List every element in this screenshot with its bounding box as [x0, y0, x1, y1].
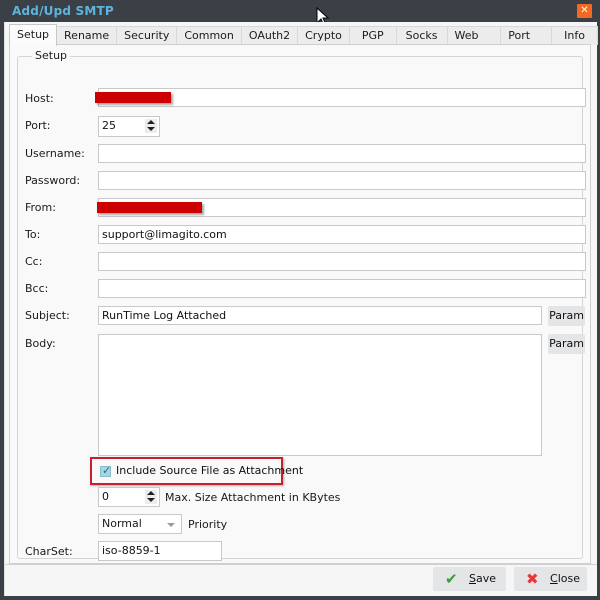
tab-port-knock[interactable]: Port Knock [500, 26, 553, 60]
username-input[interactable] [98, 144, 586, 163]
to-value: support@limagito.com [102, 228, 227, 241]
setup-panel: Setup Host: Port: 25 Username: Password:… [9, 44, 591, 564]
charset-value: iso-8859-1 [102, 544, 161, 557]
tab-info[interactable]: Info [551, 26, 598, 45]
charset-input[interactable]: iso-8859-1 [98, 541, 222, 561]
close-x-icon: ✕ [580, 5, 589, 16]
footer-divider [5, 564, 597, 565]
from-input[interactable] [97, 198, 586, 217]
password-input[interactable] [98, 171, 586, 190]
subject-label: Subject: [25, 309, 70, 322]
username-label: Username: [25, 147, 85, 160]
check-icon: ✔ [445, 570, 458, 588]
body-param-button[interactable]: Param [548, 334, 585, 354]
priority-label: Priority [188, 518, 228, 531]
x-icon: ✖ [526, 570, 539, 588]
close-mnemonic: C [550, 572, 558, 585]
port-label: Port: [25, 119, 51, 132]
tab-oauth2[interactable]: OAuth2 [240, 26, 299, 45]
to-input[interactable]: support@limagito.com [98, 225, 586, 244]
from-redaction [97, 202, 202, 213]
close-window-button[interactable]: ✕ [577, 4, 592, 18]
tab-common[interactable]: Common [176, 26, 242, 45]
tab-web-tunnel[interactable]: Web Tunnel [446, 26, 502, 60]
tab-crypto[interactable]: Crypto [297, 26, 350, 45]
priority-value: Normal [102, 517, 142, 530]
port-spinner[interactable]: 25 [98, 116, 160, 137]
save-button[interactable]: ✔ Save [433, 567, 506, 591]
close-button[interactable]: ✖ Close [514, 567, 587, 591]
include-source-label[interactable]: Include Source File as Attachment [116, 464, 303, 477]
port-spin-buttons[interactable] [145, 119, 157, 133]
title-bar[interactable]: Add/Upd SMTP ✕ [0, 0, 600, 22]
spin-down-icon [147, 127, 155, 131]
cc-input[interactable] [98, 252, 586, 271]
chevron-down-icon [167, 523, 175, 527]
spin-up-icon [147, 491, 155, 495]
max-size-value: 0 [102, 490, 109, 503]
save-mnemonic: S [469, 572, 476, 585]
tab-security[interactable]: Security [116, 26, 178, 45]
spin-down-icon [147, 498, 155, 502]
max-size-spinner[interactable]: 0 [98, 487, 160, 507]
charset-label: CharSet: [25, 545, 73, 558]
save-label: ave [475, 572, 497, 585]
tab-rename[interactable]: Rename [56, 26, 118, 45]
close-label: lose [557, 572, 580, 585]
spin-up-icon [147, 120, 155, 124]
subject-value: RunTime Log Attached [102, 309, 227, 322]
group-label: Setup [32, 49, 71, 62]
max-size-spin-buttons[interactable] [145, 490, 157, 504]
cc-label: Cc: [25, 255, 43, 268]
to-label: To: [25, 228, 41, 241]
password-label: Password: [25, 174, 81, 187]
subject-param-button[interactable]: Param [548, 306, 585, 326]
include-source-highlight: ✓ Include Source File as Attachment [90, 457, 303, 485]
host-input[interactable] [95, 88, 586, 107]
body-label: Body: [25, 337, 56, 350]
host-redaction [95, 92, 171, 103]
tab-setup[interactable]: Setup [9, 24, 58, 46]
max-size-label: Max. Size Attachment in KBytes [165, 491, 341, 504]
host-label: Host: [25, 92, 54, 105]
dialog-body: Setup Rename Security Common OAuth2 Cryp… [4, 22, 598, 596]
body-textarea[interactable] [98, 334, 542, 456]
tab-pgp[interactable]: PGP [348, 26, 397, 45]
port-value: 25 [102, 119, 116, 132]
subject-input[interactable]: RunTime Log Attached [98, 306, 542, 325]
bcc-label: Bcc: [25, 282, 49, 295]
tab-socks[interactable]: Socks [395, 26, 448, 45]
priority-select[interactable]: Normal [98, 514, 182, 534]
checkmark-icon: ✓ [102, 464, 112, 477]
window-title: Add/Upd SMTP [12, 4, 114, 18]
bcc-input[interactable] [98, 279, 586, 298]
include-source-checkbox[interactable]: ✓ [100, 464, 112, 477]
tab-bar: Setup Rename Security Common OAuth2 Cryp… [9, 24, 598, 60]
from-label: From: [25, 201, 56, 214]
